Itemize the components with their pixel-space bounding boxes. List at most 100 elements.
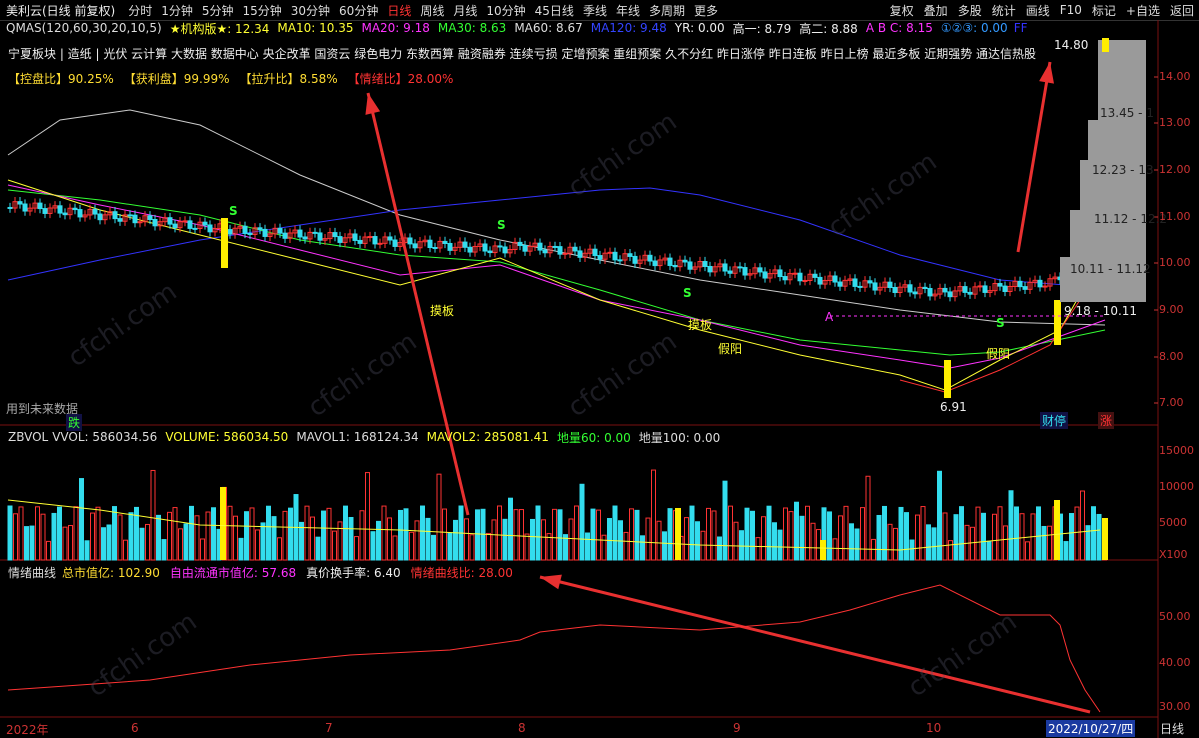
candle-body xyxy=(617,259,623,262)
candle-body xyxy=(247,232,253,235)
volume-bar xyxy=(62,526,68,561)
candle-body xyxy=(447,242,453,251)
volume-bar xyxy=(568,518,574,561)
volume-bar xyxy=(997,506,1003,561)
volume-bar xyxy=(414,520,420,561)
candle-body xyxy=(817,276,823,285)
paxis-tick: 7.00 xyxy=(1159,396,1184,409)
caiting-badge: 财停 xyxy=(1040,412,1069,429)
volume-bar xyxy=(1019,513,1025,561)
volume-bar xyxy=(711,510,717,561)
volume-bar xyxy=(156,514,161,561)
paxis-tick: 11.00 xyxy=(1159,210,1191,223)
candle-body xyxy=(1042,285,1048,288)
diliang100-label: 地量100: 0.00 xyxy=(638,430,721,445)
volume-bar xyxy=(398,509,403,561)
candle-body xyxy=(367,236,373,239)
volume-bar xyxy=(981,512,986,561)
volume-bar xyxy=(277,537,282,561)
saxis-tick: 30.00 xyxy=(1159,700,1191,713)
volume-bar xyxy=(189,505,194,561)
volume-bar xyxy=(805,505,810,561)
s-marker-1: S xyxy=(229,204,238,218)
volume-bar xyxy=(464,518,469,561)
candle-body xyxy=(687,261,693,270)
candle-body xyxy=(282,232,288,239)
candle-body xyxy=(22,203,28,212)
candle-body xyxy=(372,236,378,245)
volume-bar xyxy=(992,513,997,561)
zhang-badge: 涨 xyxy=(1098,412,1115,429)
sentiment-ratio: 情绪曲线比: 28.00 xyxy=(410,565,513,580)
volume-profile-box xyxy=(1088,120,1146,160)
candle-body xyxy=(277,227,283,234)
volume-bar xyxy=(145,523,150,561)
candle-body xyxy=(517,241,523,246)
period-tab[interactable]: 日线 xyxy=(1160,720,1184,737)
volume-bar xyxy=(849,523,854,561)
volume-bar xyxy=(403,508,409,561)
volume-bar xyxy=(689,505,695,561)
annotation-arrowhead xyxy=(1039,62,1055,84)
candle-body xyxy=(72,207,78,211)
volume-bar xyxy=(282,510,288,561)
volume-bar xyxy=(827,511,832,561)
candle-body xyxy=(92,208,98,215)
candle-body xyxy=(592,248,598,257)
candle-body xyxy=(7,206,13,209)
candle-body xyxy=(597,255,603,260)
volume-bar xyxy=(348,516,354,561)
volume-bar xyxy=(117,514,123,561)
volume-bar xyxy=(205,511,211,561)
candle-body xyxy=(392,239,398,247)
candle-body xyxy=(262,228,268,237)
volume-bar xyxy=(574,505,579,561)
candle-body xyxy=(192,227,198,230)
limit-up-candle xyxy=(944,360,951,398)
volume-bar xyxy=(524,533,530,561)
volume-bar xyxy=(667,508,673,561)
candle-body xyxy=(962,286,968,293)
volume-bar xyxy=(766,505,772,561)
volume-bar xyxy=(128,512,134,561)
volume-bar xyxy=(986,540,992,561)
volume-bar xyxy=(491,519,497,561)
volume-bar xyxy=(200,538,205,561)
volume-bar xyxy=(1096,513,1102,561)
paxis-tick: 12.00 xyxy=(1159,163,1191,176)
volume-bar xyxy=(321,510,326,561)
volume-bar xyxy=(13,513,18,561)
candle-body xyxy=(832,275,838,283)
volume-bar xyxy=(788,511,794,561)
volume-bar xyxy=(761,516,766,561)
volume-bar xyxy=(392,535,398,561)
candle-body xyxy=(487,250,493,254)
s-marker-2: S xyxy=(497,218,506,232)
jiayang-label-2: 假阳 xyxy=(986,347,1011,361)
paxis-tick: 10.00 xyxy=(1159,256,1191,269)
volume-bar xyxy=(343,505,348,561)
volume-bar xyxy=(1008,490,1014,561)
volume-bar xyxy=(1069,513,1074,561)
volume-bar xyxy=(508,497,513,561)
volume-bar xyxy=(123,539,128,561)
die-badge: 跌 xyxy=(66,414,83,431)
candle-body xyxy=(607,251,613,254)
annotation-arrowhead xyxy=(365,93,381,115)
volume-bar xyxy=(1003,525,1008,561)
candle-body xyxy=(667,257,673,266)
volume-bar xyxy=(249,507,255,561)
candle-body xyxy=(872,282,878,291)
candle-body xyxy=(672,264,678,268)
mavol1-label: MAVOL1: 168124.34 xyxy=(296,430,419,444)
saxis-tick: 50.00 xyxy=(1159,610,1191,623)
volume-bar xyxy=(106,524,112,561)
volume-bar xyxy=(139,527,145,561)
point-a-label: A xyxy=(825,310,834,324)
volume-bar xyxy=(931,527,937,561)
candle-body xyxy=(77,209,83,218)
volume-bar xyxy=(579,483,585,561)
limit-up-candle xyxy=(1054,300,1061,345)
volume-bar xyxy=(7,505,13,561)
volume-highlight-bar xyxy=(1054,500,1060,560)
